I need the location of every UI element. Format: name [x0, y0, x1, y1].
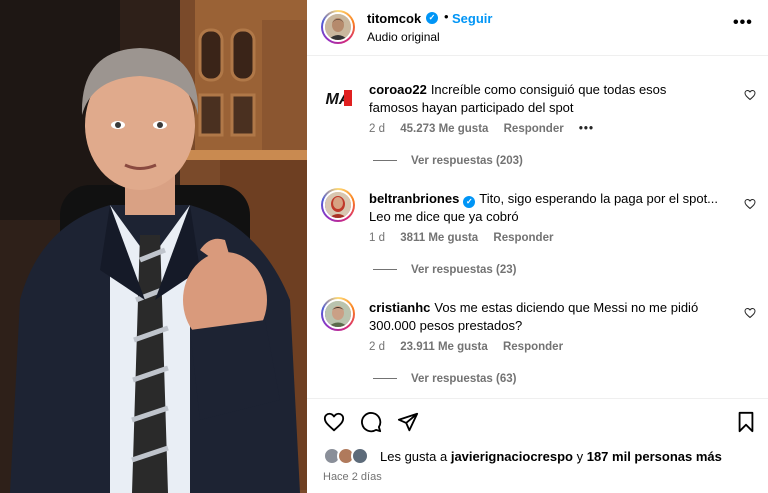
- comment-meta: 2 d 23.911 Me gusta Responder: [369, 341, 575, 353]
- comment-like-heart-icon[interactable]: [744, 89, 756, 101]
- comment-meta: 2 d 45.273 Me gusta Responder •••: [369, 123, 606, 135]
- post-details-panel: titomcok ✓ • Seguir Audio original ••• M…: [307, 0, 768, 493]
- comment-body: coroao22 Increíble como consiguió que tod…: [369, 81, 719, 117]
- author-username[interactable]: titomcok: [367, 11, 421, 26]
- liked-avatar: [351, 447, 369, 465]
- comment-time: 1 d: [369, 232, 385, 244]
- view-replies-label: Ver respuestas (203): [411, 155, 523, 167]
- bookmark-icon[interactable]: [735, 411, 757, 433]
- comment-likes[interactable]: 23.911 Me gusta: [400, 341, 488, 353]
- video-frame-image: [0, 0, 307, 493]
- comment-username[interactable]: coroao22: [369, 82, 427, 97]
- comment-avatar[interactable]: [321, 297, 355, 331]
- comment-username[interactable]: cristianhc: [369, 300, 430, 315]
- likes-summary: Les gusta a javierignaciocrespo y 187 mi…: [380, 449, 722, 464]
- view-replies-label: Ver respuestas (23): [411, 264, 517, 276]
- comment-time: 2 d: [369, 123, 385, 135]
- comment-meta: 1 d 3811 Me gusta Responder: [369, 232, 565, 244]
- likes-others-count[interactable]: 187 mil personas más: [587, 449, 722, 464]
- view-replies-button[interactable]: Ver respuestas (63): [373, 373, 516, 385]
- send-icon[interactable]: [397, 411, 419, 433]
- author-avatar[interactable]: [321, 10, 355, 44]
- follow-button[interactable]: Seguir: [452, 11, 492, 26]
- comment-like-heart-icon[interactable]: [744, 198, 756, 210]
- comment-avatar[interactable]: [321, 188, 355, 222]
- post-header: titomcok ✓ • Seguir Audio original •••: [307, 0, 768, 56]
- comment-likes[interactable]: 3811 Me gusta: [400, 232, 478, 244]
- view-replies-button[interactable]: Ver respuestas (23): [373, 264, 516, 276]
- comment-likes[interactable]: 45.273 Me gusta: [400, 123, 488, 135]
- audio-label[interactable]: Audio original: [367, 30, 440, 44]
- replies-divider: [373, 269, 397, 271]
- comment-avatar[interactable]: MA: [321, 81, 355, 115]
- view-replies-button[interactable]: Ver respuestas (203): [373, 155, 523, 167]
- liked-by-avatars[interactable]: [323, 447, 375, 465]
- more-options-icon[interactable]: •••: [733, 14, 753, 32]
- reply-button[interactable]: Responder: [504, 123, 564, 135]
- likes-prefix: Les gusta a: [380, 449, 448, 464]
- post-media[interactable]: [0, 0, 307, 493]
- likes-connector: y: [576, 449, 584, 464]
- comment-time: 2 d: [369, 341, 385, 353]
- comment-username[interactable]: beltranbriones: [369, 191, 459, 206]
- reply-button[interactable]: Responder: [503, 341, 563, 353]
- view-replies-label: Ver respuestas (63): [411, 373, 517, 385]
- verified-badge-icon: ✓: [426, 12, 438, 24]
- comment-body: beltranbriones ✓ Tito, sigo esperando la p…: [369, 190, 719, 226]
- replies-divider: [373, 378, 397, 380]
- heart-icon[interactable]: [323, 411, 345, 433]
- liked-by-username[interactable]: javierignaciocrespo: [451, 449, 573, 464]
- verified-badge-icon: ✓: [463, 196, 476, 208]
- comment-icon[interactable]: [360, 411, 382, 433]
- reply-button[interactable]: Responder: [493, 232, 553, 244]
- post-actions: Les gusta a javierignaciocrespo y 187 mi…: [307, 398, 768, 493]
- comment-options-icon[interactable]: •••: [579, 123, 594, 135]
- comment-body: cristianhc Vos me estas diciendo que Mess…: [369, 299, 719, 335]
- post-timestamp[interactable]: Hace 2 días: [323, 471, 382, 483]
- replies-divider: [373, 160, 397, 162]
- separator-dot: •: [444, 9, 449, 24]
- comments-list: MA coroao22 Increíble como consiguió que …: [307, 57, 768, 397]
- comment-like-heart-icon[interactable]: [744, 307, 756, 319]
